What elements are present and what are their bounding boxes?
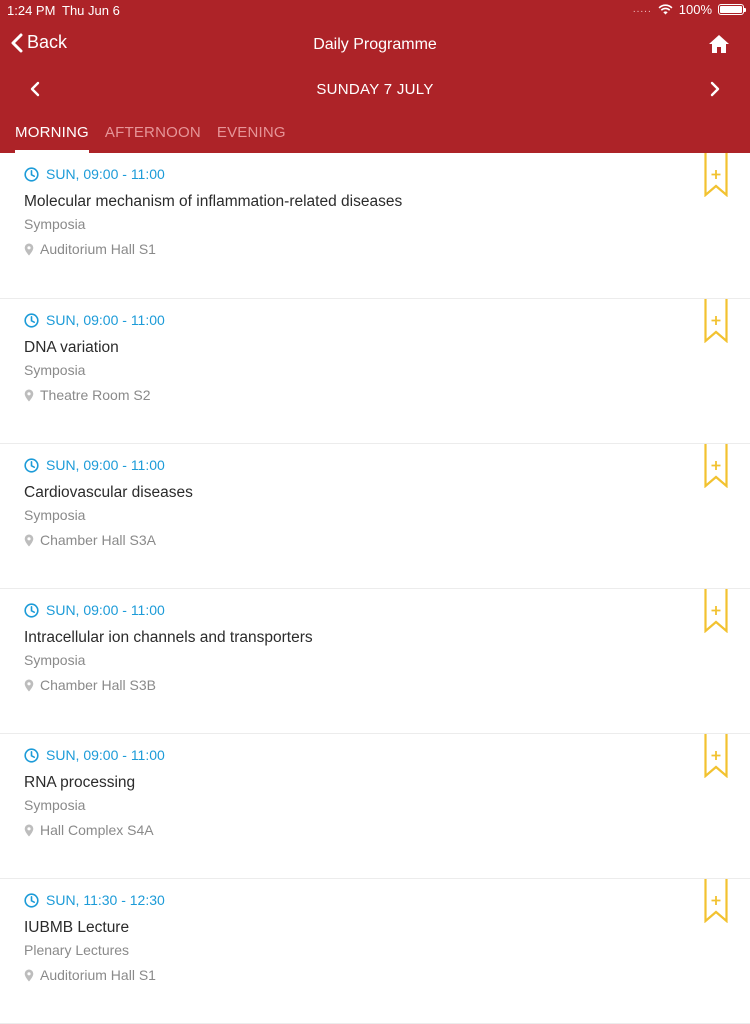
session-tabs: MORNING AFTERNOON EVENING	[0, 120, 286, 153]
date-navigator: SUNDAY 7 JULY	[0, 74, 750, 104]
status-right: ..... 100%	[632, 2, 746, 17]
session-time: SUN, 09:00 - 11:00	[24, 602, 165, 618]
location-pin-icon	[24, 243, 34, 255]
list-item[interactable]: SUN, 09:00 - 11:00 RNA processing Sympos…	[0, 734, 750, 879]
session-location: Auditorium Hall S1	[24, 241, 156, 257]
session-location: Chamber Hall S3B	[24, 677, 156, 693]
list-item[interactable]: SUN, 09:00 - 11:00 Cardiovascular diseas…	[0, 444, 750, 589]
status-time: 1:24 PM	[7, 3, 56, 18]
session-location-text: Chamber Hall S3A	[40, 532, 156, 548]
session-location: Theatre Room S2	[24, 387, 151, 403]
session-location-text: Hall Complex S4A	[40, 822, 154, 838]
session-type: Symposia	[24, 797, 86, 813]
session-time: SUN, 09:00 - 11:00	[24, 457, 165, 473]
list-item[interactable]: SUN, 09:00 - 11:00 Intracellular ion cha…	[0, 589, 750, 734]
signal-icon: .....	[632, 4, 652, 15]
clock-icon	[24, 602, 39, 618]
bookmark-add-icon[interactable]	[704, 299, 728, 343]
session-type: Symposia	[24, 507, 86, 523]
session-list: SUN, 09:00 - 11:00 Molecular mechanism o…	[0, 153, 750, 1024]
bookmark-add-icon[interactable]	[704, 879, 728, 923]
status-bar: 1:24 PM Thu Jun 6 ..... 100%	[0, 0, 750, 22]
app-header: 1:24 PM Thu Jun 6 ..... 100% Back Daily …	[0, 0, 750, 153]
session-title: DNA variation	[24, 339, 119, 356]
bookmark-add-icon[interactable]	[704, 444, 728, 488]
session-location-text: Chamber Hall S3B	[40, 677, 156, 693]
session-time-text: SUN, 09:00 - 11:00	[46, 457, 165, 473]
clock-icon	[24, 312, 39, 328]
session-time: SUN, 11:30 - 12:30	[24, 892, 165, 908]
session-location-text: Theatre Room S2	[40, 387, 151, 403]
session-time: SUN, 09:00 - 11:00	[24, 312, 165, 328]
session-time: SUN, 09:00 - 11:00	[24, 166, 165, 182]
session-type: Symposia	[24, 362, 86, 378]
status-date: Thu Jun 6	[62, 3, 120, 18]
session-time-text: SUN, 11:30 - 12:30	[46, 892, 165, 908]
next-day-chevron-icon[interactable]	[706, 80, 724, 98]
session-location-text: Auditorium Hall S1	[40, 967, 156, 983]
tab-afternoon[interactable]: AFTERNOON	[105, 120, 201, 153]
list-item[interactable]: SUN, 09:00 - 11:00 Molecular mechanism o…	[0, 153, 750, 299]
tab-evening[interactable]: EVENING	[217, 120, 286, 153]
session-time: SUN, 09:00 - 11:00	[24, 747, 165, 763]
session-type: Plenary Lectures	[24, 942, 130, 958]
bookmark-add-icon[interactable]	[704, 589, 728, 633]
battery-percent: 100%	[678, 2, 712, 17]
session-type: Symposia	[24, 216, 86, 232]
clock-icon	[24, 747, 39, 763]
clock-icon	[24, 166, 39, 182]
wifi-icon	[658, 4, 673, 15]
session-time-text: SUN, 09:00 - 11:00	[46, 602, 165, 618]
location-pin-icon	[24, 969, 34, 981]
session-title: Molecular mechanism of inflammation-rela…	[24, 193, 403, 210]
location-pin-icon	[24, 389, 34, 401]
session-title: IUBMB Lecture	[24, 919, 130, 936]
location-pin-icon	[24, 534, 34, 546]
session-title: Cardiovascular diseases	[24, 484, 193, 501]
list-item[interactable]: SUN, 11:30 - 12:30 IUBMB Lecture Plenary…	[0, 879, 750, 1024]
session-title: RNA processing	[24, 774, 136, 791]
session-location: Chamber Hall S3A	[24, 532, 156, 548]
session-location: Hall Complex S4A	[24, 822, 154, 838]
session-location-text: Auditorium Hall S1	[40, 241, 156, 257]
bookmark-add-icon[interactable]	[704, 153, 728, 197]
page-title: Daily Programme	[313, 36, 437, 53]
session-time-text: SUN, 09:00 - 11:00	[46, 312, 165, 328]
session-title: Intracellular ion channels and transport…	[24, 629, 313, 646]
session-time-text: SUN, 09:00 - 11:00	[46, 747, 165, 763]
session-type: Symposia	[24, 652, 86, 668]
location-pin-icon	[24, 824, 34, 836]
current-date: SUNDAY 7 JULY	[316, 81, 434, 98]
home-icon[interactable]	[708, 33, 730, 55]
bookmark-add-icon[interactable]	[704, 734, 728, 778]
session-location: Auditorium Hall S1	[24, 967, 156, 983]
location-pin-icon	[24, 679, 34, 691]
tab-morning[interactable]: MORNING	[15, 120, 89, 153]
session-time-text: SUN, 09:00 - 11:00	[46, 166, 165, 182]
list-item[interactable]: SUN, 09:00 - 11:00 DNA variation Symposi…	[0, 299, 750, 444]
clock-icon	[24, 457, 39, 473]
battery-icon	[718, 4, 746, 15]
clock-icon	[24, 892, 39, 908]
